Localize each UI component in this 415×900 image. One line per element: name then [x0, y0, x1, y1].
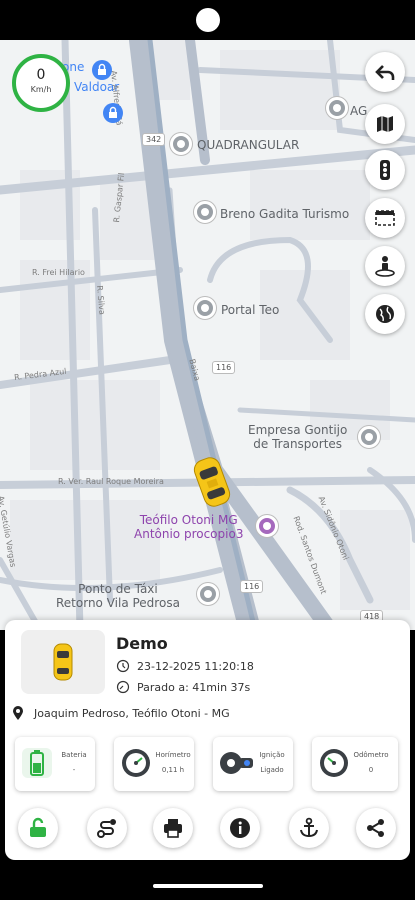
location-pin-icon[interactable] [326, 97, 348, 119]
battery-icon [21, 747, 53, 779]
vehicle-stopped-row: Parado a: 41min 37s [116, 680, 250, 694]
gauge-icon [116, 680, 130, 694]
street-view-icon [375, 256, 395, 277]
battery-value: - [72, 766, 76, 774]
clock-icon [116, 659, 130, 673]
location-pin-icon [13, 706, 23, 720]
route-icon [97, 819, 116, 838]
share-button[interactable] [356, 808, 396, 848]
anchor-button[interactable] [289, 808, 329, 848]
share-icon [367, 819, 384, 837]
vehicle-info-panel: Demo 23-12-2025 11:20:18 Parado a: 41min… [5, 620, 410, 860]
poi-label[interactable]: QUADRANGULAR [197, 138, 299, 152]
odometer-card[interactable]: Odômetro 0 [312, 737, 398, 791]
hour-meter-card[interactable]: Horímetro 0,11 h [114, 737, 194, 791]
traffic-button[interactable] [365, 150, 405, 190]
odometer-label: Odômetro [353, 751, 389, 759]
hour-meter-icon [120, 747, 152, 779]
hour-meter-value: 0,11 h [161, 766, 185, 774]
satellite-button[interactable] [365, 294, 405, 334]
highway-shield: 116 [240, 580, 264, 593]
odometer-value: 0 [368, 766, 374, 774]
location-pin-icon[interactable] [358, 426, 380, 448]
location-pin-icon[interactable] [194, 297, 216, 319]
ignition-value: Ligado [260, 766, 284, 774]
location-pin-icon[interactable] [256, 515, 278, 537]
ignition-label: Ignição [259, 751, 285, 759]
lock-poi-icon[interactable] [92, 60, 112, 80]
vehicle-address-row: Joaquim Pedroso, Teófilo Otoni - MG [12, 705, 230, 721]
status-bar [0, 0, 415, 40]
battery-label: Bateria [61, 751, 87, 759]
taxi-car-icon [53, 643, 73, 681]
poi-label[interactable]: Empresa Gontijo de Transportes [248, 423, 347, 451]
odometer-icon [318, 747, 350, 779]
hour-meter-label: Horímetro [155, 751, 191, 759]
speedometer: 0 Km/h [12, 54, 70, 112]
camera-cutout [196, 8, 220, 32]
battery-card[interactable]: Bateria - [15, 737, 95, 791]
anchor-icon [300, 817, 318, 838]
poi-label[interactable]: Portal Teo [221, 303, 279, 317]
poi-label[interactable]: Breno Gadita Turismo [220, 207, 349, 221]
vehicle-stopped: Parado a: 41min 37s [137, 680, 251, 694]
map-view[interactable]: one Valdoar AG QUADRANGULAR Breno Gadita… [0, 40, 415, 630]
fence-icon [375, 210, 395, 226]
back-arrow-icon [375, 65, 395, 80]
globe-icon [376, 305, 394, 323]
map-icon [377, 116, 393, 132]
back-button[interactable] [365, 52, 405, 92]
street-view-button[interactable] [365, 246, 405, 286]
vehicle-datetime-row: 23-12-2025 11:20:18 [116, 659, 254, 673]
map-type-button[interactable] [365, 104, 405, 144]
ignition-card[interactable]: Ignição Ligado [213, 737, 293, 791]
geofence-button[interactable] [365, 198, 405, 238]
traffic-light-icon [380, 160, 390, 180]
speed-unit: Km/h [30, 85, 52, 94]
poi-label[interactable]: Ponto de Táxi Retorno Vila Pedrosa [56, 582, 180, 610]
highway-shield: 342 [142, 133, 166, 146]
poi-label[interactable]: Teófilo Otoni MG Antônio procopio3 [134, 513, 243, 541]
poi-label[interactable]: AG [350, 104, 367, 118]
ignition-key-icon [219, 747, 253, 779]
street-label: R. Ver. Raul Roque Moreira [58, 477, 164, 486]
info-button[interactable] [220, 808, 260, 848]
speed-value: 0 [36, 67, 46, 83]
vehicle-address: Joaquim Pedroso, Teófilo Otoni - MG [34, 706, 230, 720]
route-button[interactable] [87, 808, 127, 848]
map-roads [0, 40, 415, 630]
lock-poi-icon[interactable] [103, 103, 123, 123]
vehicle-datetime: 23-12-2025 11:20:18 [137, 659, 254, 673]
street-label: R. Frei Hilario [32, 268, 85, 277]
home-indicator[interactable] [153, 884, 263, 888]
info-icon [230, 818, 250, 838]
location-pin-icon[interactable] [170, 133, 192, 155]
print-icon [164, 819, 182, 838]
vehicle-name: Demo [116, 634, 168, 653]
unlock-icon [30, 817, 46, 837]
unlock-button[interactable] [18, 808, 58, 848]
location-pin-icon[interactable] [197, 583, 219, 605]
system-nav-bar [0, 876, 415, 900]
print-button[interactable] [153, 808, 193, 848]
vehicle-thumbnail[interactable] [21, 630, 105, 694]
highway-shield: 116 [212, 361, 236, 374]
location-pin-icon[interactable] [194, 201, 216, 223]
